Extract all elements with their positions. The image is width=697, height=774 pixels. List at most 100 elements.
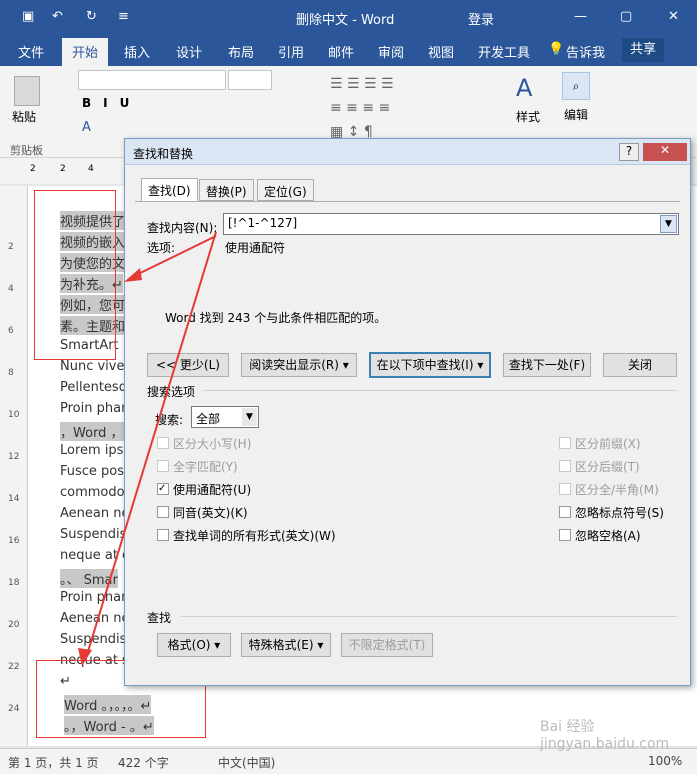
doc-line: commodo [60, 485, 125, 500]
option-label[interactable]: 忽略空格(A) [575, 527, 641, 544]
find-in-button[interactable]: 在以下项中查找(I) ▾ [369, 352, 491, 378]
vruler-tick: 20 [8, 620, 20, 630]
search-icon[interactable]: ⌕ [562, 72, 590, 100]
paragraph-icons[interactable]: ☰ ☰ ☰ ☰ ≡ ≡ ≡ ≡ ▦ ↕ ¶ [330, 72, 510, 142]
tab-file[interactable]: 文件 [18, 42, 44, 61]
vruler-tick: 6 [8, 326, 14, 336]
checkbox[interactable] [559, 460, 571, 472]
checkbox[interactable] [157, 460, 169, 472]
doc-line: Lorem ipsu [60, 443, 132, 458]
checkbox[interactable]: ✓ [157, 483, 169, 495]
login-link[interactable]: 登录 [468, 9, 494, 28]
page-count[interactable]: 第 1 页，共 1 页 [8, 754, 99, 771]
reading-highlight-button[interactable]: 阅读突出显示(R) ▾ [241, 353, 357, 377]
tell-me-input[interactable]: 告诉我 [566, 42, 605, 61]
doc-line: Fusce pos [60, 464, 125, 479]
tab-home[interactable]: 开始 [62, 38, 109, 66]
format-button[interactable]: 格式(O) ▾ [157, 633, 231, 657]
doc-line: Aenean ne [60, 506, 130, 521]
font-format-icons[interactable]: BIU [82, 96, 141, 110]
tab-references[interactable]: 引用 [278, 42, 304, 61]
option-label[interactable]: 全字匹配(Y) [173, 458, 238, 475]
tab-find[interactable]: 查找(D) [141, 178, 198, 202]
option-label[interactable]: 区分全/半角(M) [575, 481, 659, 498]
search-options-label: 搜索选项 [147, 385, 196, 399]
editing-button[interactable]: 编辑 [564, 106, 588, 123]
paste-button[interactable]: 粘贴 [12, 108, 36, 125]
dialog-title: 查找和替换 [133, 147, 194, 161]
tab-review[interactable]: 审阅 [378, 42, 404, 61]
title-bar: ▣ ↶ ↻ ≡ 删除中文 - Word 登录 — ▢ ✕ [0, 0, 697, 34]
ruler-tick: 4 [88, 164, 94, 174]
option-label[interactable]: 区分大小写(H) [173, 435, 251, 452]
vruler-tick: 8 [8, 368, 14, 378]
option-label[interactable]: 查找单词的所有形式(英文)(W) [173, 527, 336, 544]
restore-button[interactable]: ▢ [620, 9, 632, 24]
checkbox[interactable] [559, 529, 571, 541]
special-format-button[interactable]: 特殊格式(E) ▾ [241, 633, 331, 657]
find-label: 查找内容(N): [147, 221, 218, 235]
font-size-select[interactable] [228, 70, 272, 90]
no-formatting-button[interactable]: 不限定格式(T) [341, 633, 433, 657]
close-button[interactable]: ✕ [668, 9, 679, 24]
text-effects-icon[interactable]: A [82, 120, 91, 135]
find-dropdown-icon[interactable]: ▼ [660, 215, 677, 233]
ruler-tick: 2 [30, 164, 36, 174]
font-name-select[interactable] [78, 70, 226, 90]
doc-line: Proin phar [60, 401, 127, 416]
redo-icon[interactable]: ↻ [86, 9, 97, 24]
option-label[interactable]: 区分前缀(X) [575, 435, 641, 452]
doc-line: Nunc viver [60, 359, 130, 374]
tab-layout[interactable]: 布局 [228, 42, 254, 61]
doc-line: Aenean ne [60, 611, 130, 626]
vruler-tick: 4 [8, 284, 14, 294]
help-button[interactable]: ? [619, 143, 639, 161]
tab-developer[interactable]: 开发工具 [478, 42, 530, 61]
checkbox[interactable] [559, 483, 571, 495]
clipboard-icon[interactable] [14, 76, 40, 106]
share-button[interactable]: 共享 [622, 38, 665, 62]
tab-design[interactable]: 设计 [176, 42, 202, 61]
tab-replace[interactable]: 替换(P) [199, 179, 254, 201]
dialog-title-bar: 查找和替换 ? ✕ [125, 139, 690, 165]
find-input[interactable]: [!^1-^127] [223, 213, 679, 235]
close-dialog-button[interactable]: 关闭 [603, 353, 677, 377]
word-count[interactable]: 422 个字 [118, 754, 169, 771]
tab-insert[interactable]: 插入 [124, 42, 150, 61]
tab-goto[interactable]: 定位(G) [257, 179, 314, 201]
save-icon[interactable]: ▣ [22, 9, 34, 24]
option-label[interactable]: 忽略标点符号(S) [575, 504, 664, 521]
doc-line: Suspendiss [60, 632, 134, 647]
checkbox[interactable] [157, 506, 169, 518]
find-replace-dialog: 查找和替换 ? ✕ 查找(D) 替换(P) 定位(G) 查找内容(N): [!^… [124, 138, 691, 686]
checkbox[interactable] [157, 437, 169, 449]
doc-line: Suspendis [60, 527, 127, 542]
doc-line: neque at e [60, 548, 131, 563]
option-label[interactable]: 区分后缀(T) [575, 458, 640, 475]
undo-icon[interactable]: ↶ [52, 9, 63, 24]
find-section-label: 查找 [147, 611, 172, 625]
styles-button[interactable]: 样式 [516, 108, 540, 125]
vruler-tick: 12 [8, 452, 20, 462]
find-next-button[interactable]: 查找下一处(F) [503, 353, 591, 377]
option-label[interactable]: 使用通配符(U) [173, 481, 251, 498]
customize-icon[interactable]: ≡ [118, 9, 129, 24]
tab-mailings[interactable]: 邮件 [328, 42, 354, 61]
styles-icon[interactable]: A [516, 74, 532, 102]
checkbox[interactable] [157, 529, 169, 541]
tab-view[interactable]: 视图 [428, 42, 454, 61]
ribbon-tabs: 文件 开始 插入 设计 布局 引用 邮件 审阅 视图 开发工具 💡 告诉我 共享 [0, 34, 697, 66]
chevron-down-icon[interactable]: ▼ [242, 408, 257, 426]
less-button[interactable]: << 更少(L) [147, 353, 229, 377]
option-label[interactable]: 同音(英文)(K) [173, 504, 248, 521]
doc-line: ，Word ， [60, 422, 124, 441]
dialog-close-button[interactable]: ✕ [643, 143, 687, 161]
checkbox[interactable] [559, 506, 571, 518]
options-label: 选项: [147, 241, 176, 255]
checkbox[interactable] [559, 437, 571, 449]
zoom-level[interactable]: 100% [648, 754, 682, 768]
highlight-box-top [34, 190, 116, 360]
language[interactable]: 中文(中国) [218, 754, 275, 771]
window-title: 删除中文 - Word [296, 13, 395, 28]
minimize-button[interactable]: — [574, 9, 587, 24]
